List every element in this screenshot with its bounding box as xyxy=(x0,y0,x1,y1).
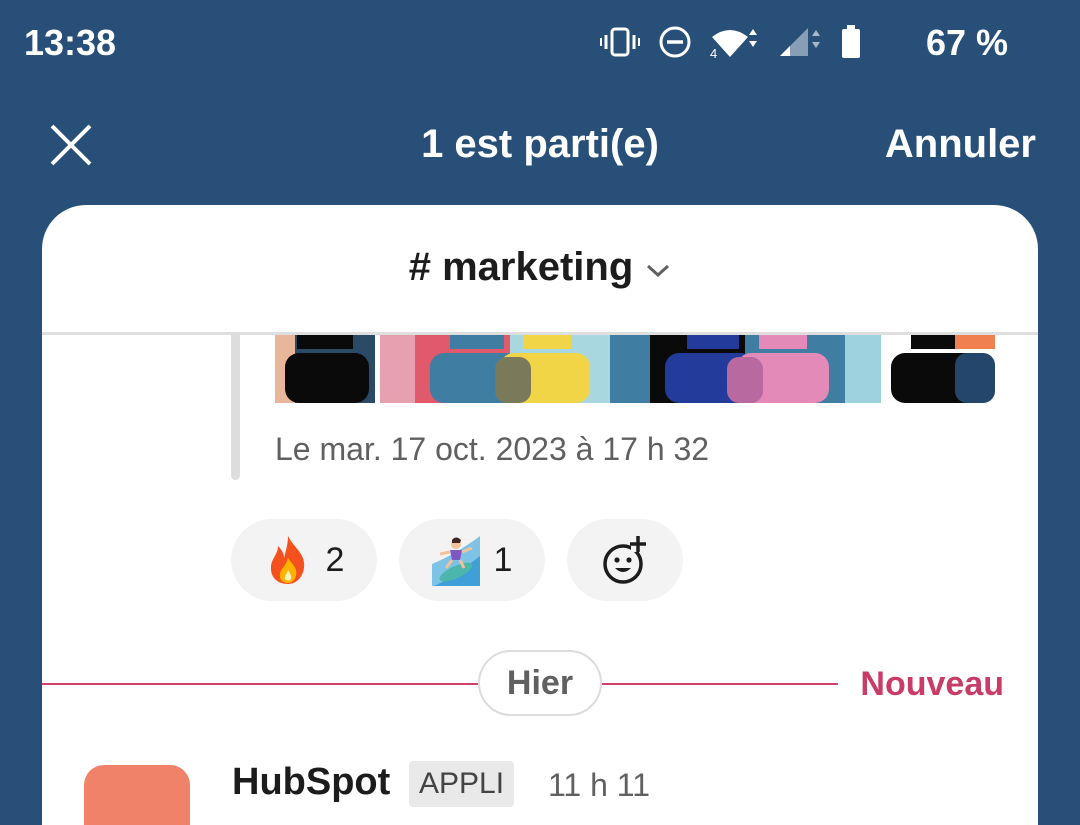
app-badge: APPLI xyxy=(409,761,515,807)
add-reaction-button[interactable] xyxy=(567,519,683,601)
day-separator-pill: Hier xyxy=(478,650,602,716)
channel-name-label: # marketing xyxy=(408,245,634,289)
attached-image[interactable] xyxy=(275,335,995,403)
top-bar: 1 est parti(e) Annuler xyxy=(0,100,1080,190)
cancel-button[interactable]: Annuler xyxy=(885,122,1036,167)
avatar[interactable] xyxy=(84,765,190,825)
svg-text:4: 4 xyxy=(710,46,717,59)
channel-card: # marketing Le mar. 17 oct. 2023 à 17 h … xyxy=(42,205,1038,825)
surfer-icon xyxy=(431,536,480,586)
chevron-down-icon xyxy=(645,244,671,289)
message-sender[interactable]: HubSpot xyxy=(232,761,390,804)
status-bar: 13:38 4 67 % xyxy=(0,0,1080,86)
reaction-surfer[interactable]: 1 xyxy=(399,519,545,601)
fire-icon xyxy=(270,536,304,584)
message-timestamp: Le mar. 17 oct. 2023 à 17 h 32 xyxy=(275,431,710,467)
status-time: 13:38 xyxy=(24,22,117,63)
reaction-count: 2 xyxy=(325,540,345,579)
do-not-disturb-icon xyxy=(659,26,691,58)
status-icons: 4 xyxy=(600,22,862,62)
new-messages-line-left xyxy=(42,683,482,685)
channel-header[interactable]: # marketing xyxy=(42,205,1038,335)
message-time: 11 h 11 xyxy=(548,767,651,803)
wifi-icon: 4 xyxy=(710,29,757,59)
channel-name[interactable]: # marketing xyxy=(42,245,1038,290)
new-messages-line-right xyxy=(598,683,838,685)
reaction-count: 1 xyxy=(493,540,513,579)
vibrate-icon xyxy=(600,27,640,57)
reaction-fire[interactable]: 2 xyxy=(231,519,377,601)
battery-icon xyxy=(842,25,860,58)
new-messages-label: Nouveau xyxy=(860,665,1004,703)
reaction-bar: 2 1 xyxy=(231,519,683,601)
add-reaction-icon xyxy=(603,536,646,584)
battery-percent: 67 % xyxy=(925,22,1008,63)
signal-icon xyxy=(780,28,820,56)
quote-bar xyxy=(231,335,240,480)
